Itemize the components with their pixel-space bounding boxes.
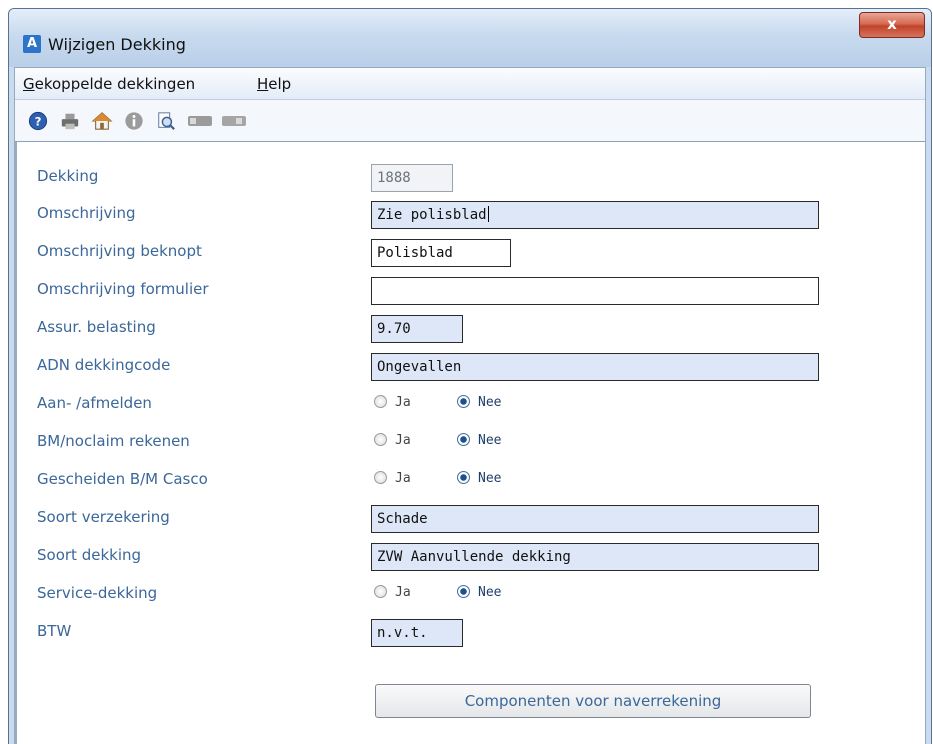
aan-afmelden-label: Aan- /afmelden [37,394,152,412]
radio-label: Nee [478,471,502,486]
toolbar: ? [15,100,925,142]
menu-gekoppelde-dekkingen[interactable]: Gekoppelde dekkingen [23,75,195,93]
aan-afmelden-nee[interactable]: Nee [457,395,501,410]
radio-label: Nee [478,433,502,448]
bm-noclaim-nee[interactable]: Nee [457,433,501,448]
gescheiden-bm-ja[interactable]: Ja [374,471,411,486]
menu-help[interactable]: Help [257,75,291,93]
service-dekking-ja[interactable]: Ja [374,585,411,600]
radio-checked-icon [457,585,470,598]
dekking-field: 1888 [371,164,453,192]
radio-unchecked-icon [374,471,387,484]
radio-label: Ja [395,585,411,600]
svg-text:?: ? [35,115,42,129]
omschrijving-beknopt-label: Omschrijving beknopt [37,242,202,260]
radio-label: Nee [478,585,502,600]
close-button[interactable]: x [859,12,925,38]
radio-unchecked-icon [374,585,387,598]
app-logo-icon: A [23,35,41,53]
soort-dekking-field[interactable]: ZVW Aanvullende dekking [371,543,819,571]
menu-label: ekoppelde dekkingen [34,75,196,93]
menu-mnemonic: H [257,75,269,93]
service-dekking-label: Service-dekking [37,584,158,602]
menu-label: elp [268,75,292,93]
assur-belasting-label: Assur. belasting [37,318,156,336]
radio-checked-icon [457,433,470,446]
omschrijving-formulier-input[interactable] [371,277,819,305]
assur-belasting-field[interactable]: 9.70 [371,315,463,343]
print-icon[interactable] [59,111,81,131]
toggle-icon[interactable] [221,111,247,131]
btw-label: BTW [37,622,72,640]
window-title: Wijzigen Dekking [48,35,186,54]
search-document-icon[interactable] [155,111,177,131]
omschrijving-formulier-label: Omschrijving formulier [37,280,209,298]
menu-mnemonic: G [23,75,35,93]
radio-checked-icon [457,471,470,484]
radio-label: Nee [478,395,502,410]
soort-verzekering-label: Soort verzekering [37,508,170,526]
soort-verzekering-field[interactable]: Schade [371,505,819,533]
dialog-body: Gekoppelde dekkingen Help ? Dekking 1888… [14,67,926,744]
info-icon[interactable] [123,111,145,131]
bm-noclaim-label: BM/noclaim rekenen [37,432,190,450]
omschrijving-input[interactable]: Zie polisblad [371,201,819,229]
help-icon[interactable]: ? [27,111,49,131]
radio-checked-icon [457,395,470,408]
omschrijving-value: Zie polisblad [377,207,487,223]
omschrijving-beknopt-input[interactable]: Polisblad [371,239,511,267]
home-icon[interactable] [91,111,113,131]
aan-afmelden-ja[interactable]: Ja [374,395,411,410]
gescheiden-bm-nee[interactable]: Nee [457,471,501,486]
radio-label: Ja [395,471,411,486]
toggle-icon[interactable] [187,111,213,131]
btw-field[interactable]: n.v.t. [371,619,463,647]
bm-noclaim-ja[interactable]: Ja [374,433,411,448]
soort-dekking-label: Soort dekking [37,546,142,564]
title-bar[interactable]: A Wijzigen Dekking x [9,9,931,67]
gescheiden-bm-label: Gescheiden B/M Casco [37,470,208,488]
menu-bar: Gekoppelde dekkingen Help [15,68,925,100]
radio-unchecked-icon [374,395,387,408]
text-cursor [487,206,489,222]
adn-dekkingcode-label: ADN dekkingcode [37,356,171,374]
dekking-label: Dekking [37,167,99,185]
radio-unchecked-icon [374,433,387,446]
radio-label: Ja [395,433,411,448]
radio-label: Ja [395,395,411,410]
omschrijving-label: Omschrijving [37,204,136,222]
form-area: Dekking 1888 Omschrijving Zie polisblad … [15,142,925,744]
componenten-naverrekening-button[interactable]: Componenten voor naverrekening [375,684,811,718]
service-dekking-nee[interactable]: Nee [457,585,501,600]
dialog-window: A Wijzigen Dekking x Gekoppelde dekkinge… [8,8,932,744]
adn-dekkingcode-field[interactable]: Ongevallen [371,353,819,381]
